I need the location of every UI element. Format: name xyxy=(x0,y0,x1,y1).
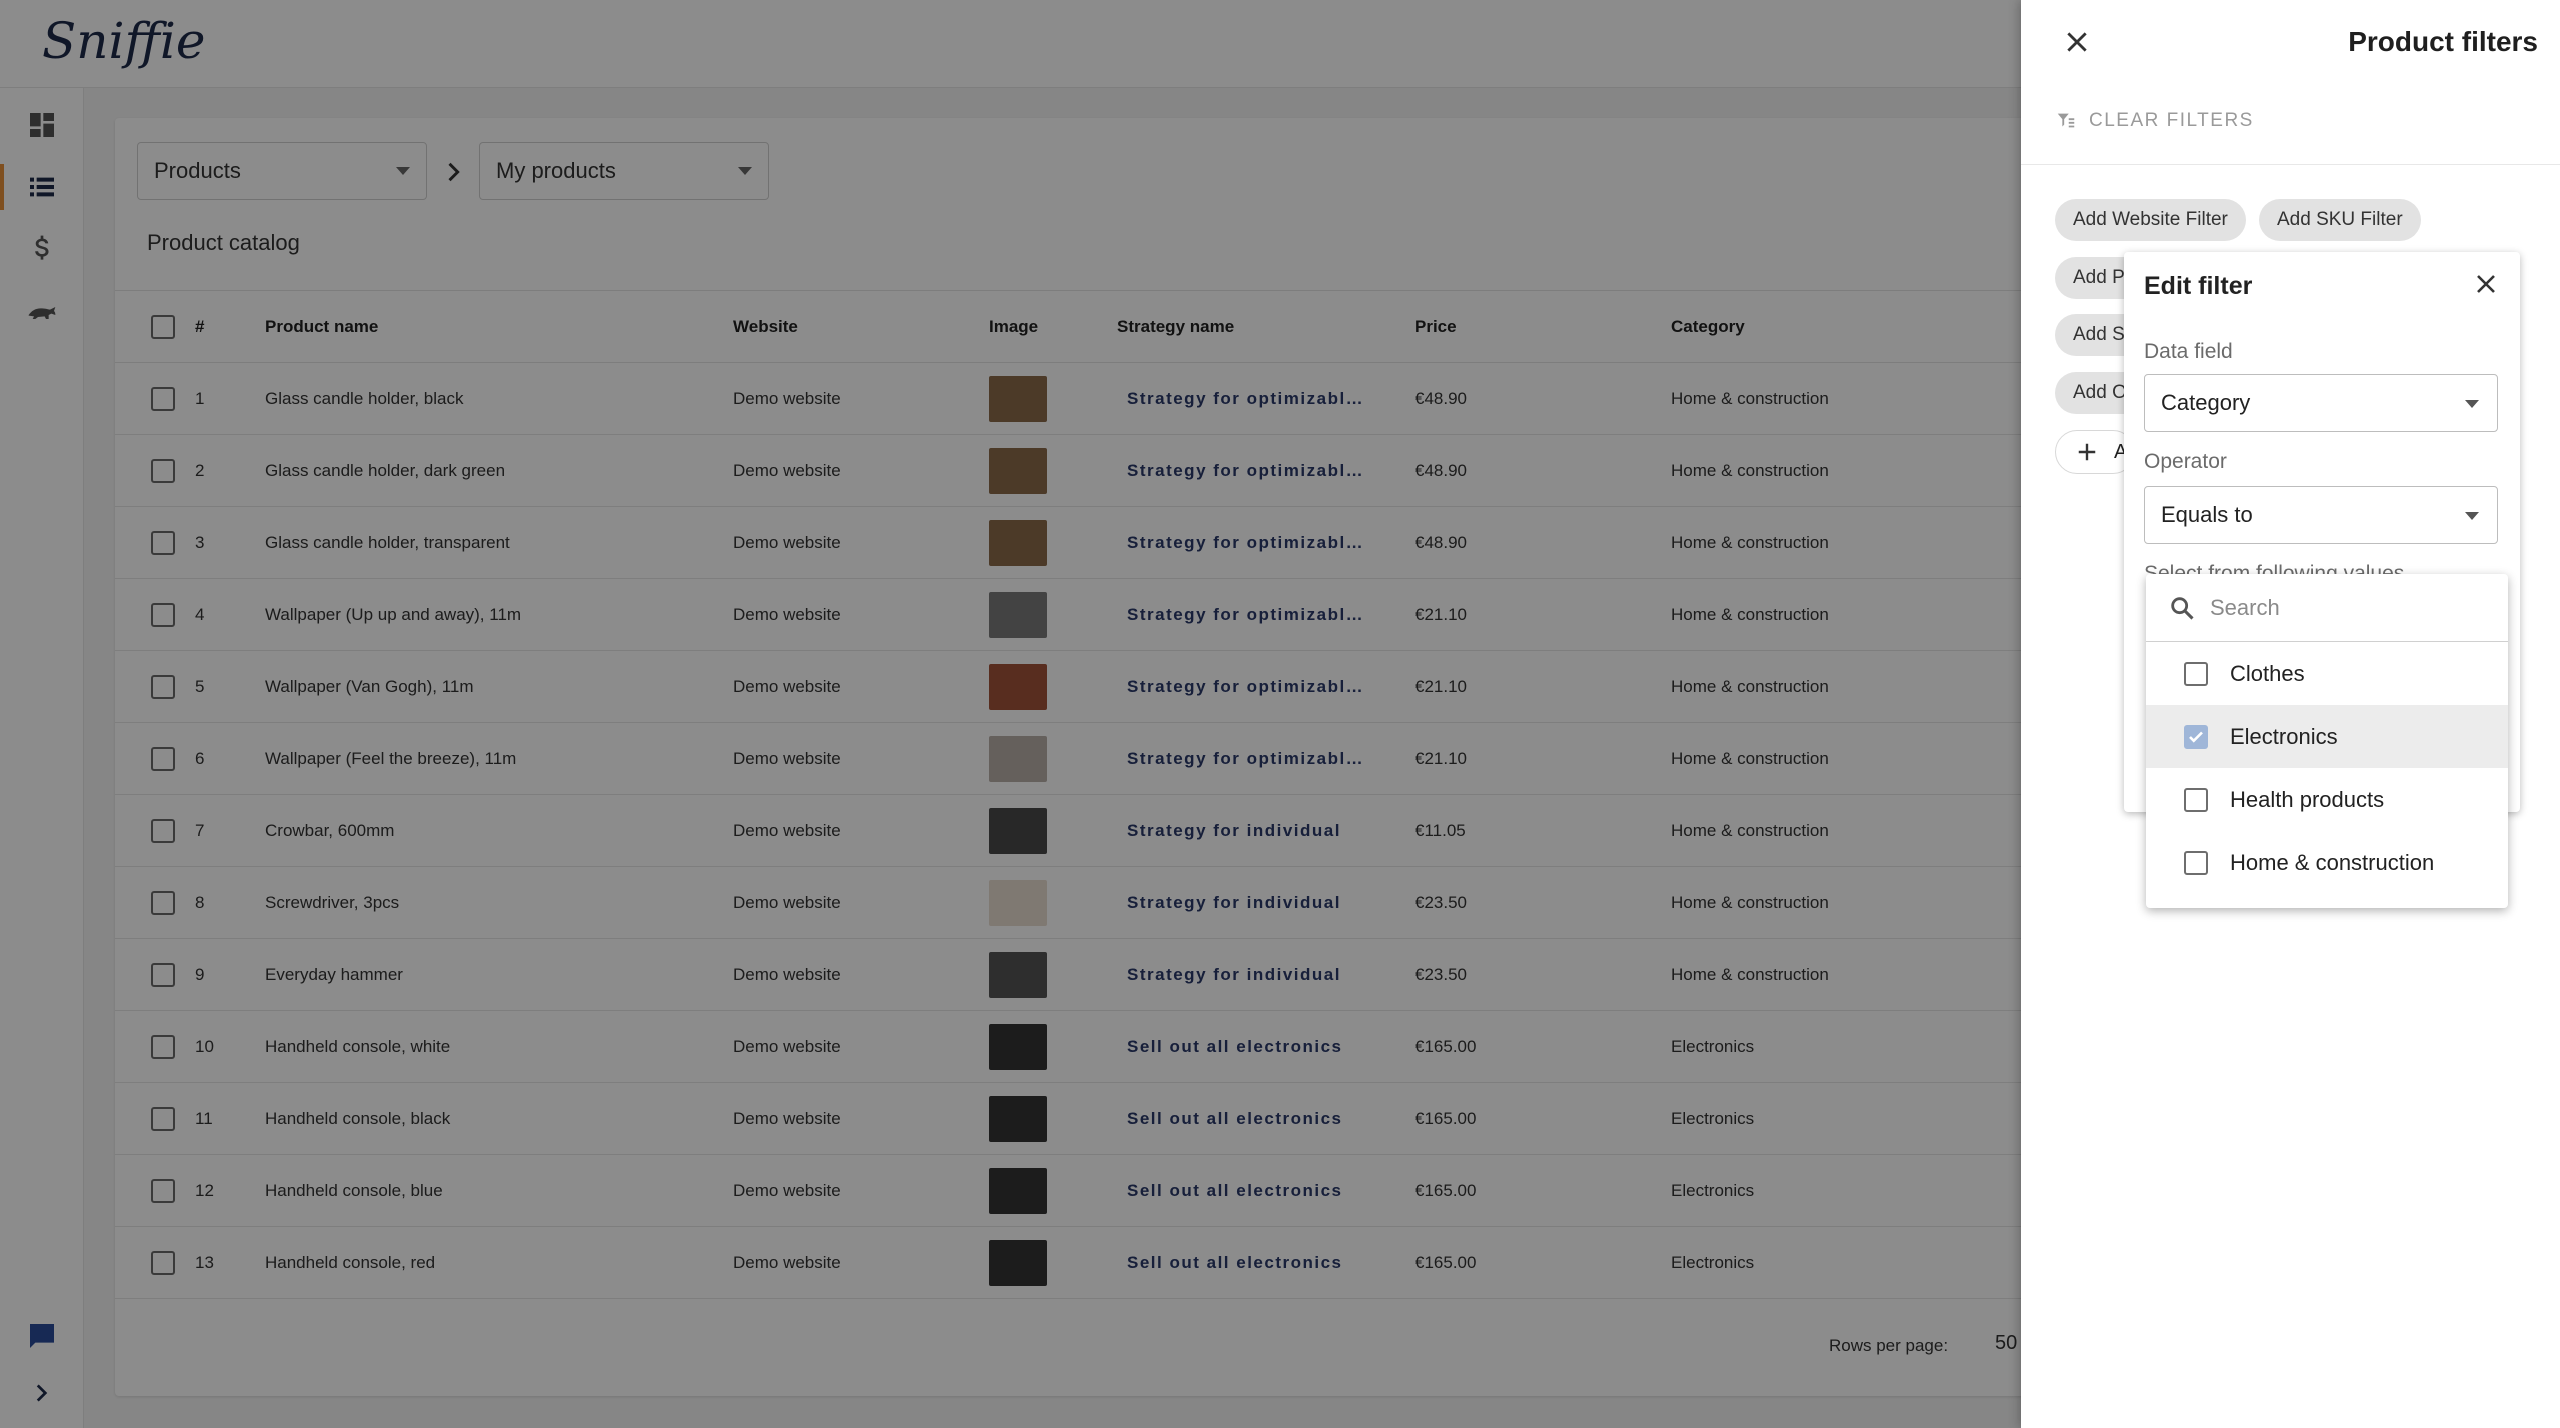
close-drawer-button[interactable] xyxy=(2059,24,2095,60)
data-field-select[interactable]: Category xyxy=(2144,374,2498,432)
drawer-title: Product filters xyxy=(2348,26,2538,57)
dropdown-arrow-icon xyxy=(2465,400,2479,408)
value-option[interactable]: Clothes xyxy=(2146,642,2508,705)
add-sku-filter-chip[interactable]: Add SKU Filter xyxy=(2259,199,2421,241)
clear-filters-label: CLEAR FILTERS xyxy=(2089,110,2254,131)
search-icon xyxy=(2171,596,2194,620)
option-checkbox[interactable] xyxy=(2184,787,2208,812)
data-field-value: Category xyxy=(2161,390,2251,415)
check-icon xyxy=(2189,731,2203,743)
option-checkbox[interactable] xyxy=(2184,850,2208,875)
values-search xyxy=(2146,574,2508,642)
add-filter-group-button[interactable]: A xyxy=(2055,430,2135,474)
value-option[interactable]: Electronics xyxy=(2146,705,2508,768)
modal-backdrop[interactable] xyxy=(0,0,2022,1428)
data-field-label: Data field xyxy=(2144,340,2233,363)
close-icon xyxy=(2067,32,2087,52)
clear-filter-icon xyxy=(2057,113,2075,128)
option-label: Health products xyxy=(2230,786,2385,812)
option-checkbox[interactable] xyxy=(2184,724,2208,749)
values-search-input[interactable] xyxy=(2210,594,2490,621)
dropdown-arrow-icon xyxy=(2465,512,2479,520)
close-icon xyxy=(2477,275,2495,293)
option-label: Electronics xyxy=(2230,723,2338,749)
operator-value: Equals to xyxy=(2161,502,2253,527)
option-checkbox[interactable] xyxy=(2184,661,2208,686)
drawer-divider xyxy=(2021,164,2560,165)
clear-filters-button[interactable]: CLEAR FILTERS xyxy=(2055,110,2254,132)
value-option[interactable]: Home & construction xyxy=(2146,831,2508,894)
add-website-filter-chip[interactable]: Add Website Filter xyxy=(2055,199,2246,241)
operator-label: Operator xyxy=(2144,450,2227,473)
option-label: Clothes xyxy=(2230,660,2305,686)
edit-filter-title: Edit filter xyxy=(2144,272,2253,300)
operator-select[interactable]: Equals to xyxy=(2144,486,2498,544)
option-label: Home & construction xyxy=(2230,849,2435,875)
values-dropdown: Clothes Electronics Health products Home & … xyxy=(2146,574,2508,908)
value-option[interactable]: Health products xyxy=(2146,768,2508,831)
plus-icon xyxy=(2078,443,2096,461)
close-edit-filter-button[interactable] xyxy=(2468,266,2504,302)
